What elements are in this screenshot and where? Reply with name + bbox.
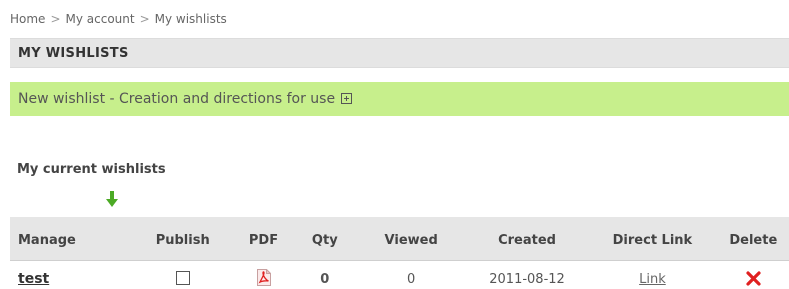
viewed-value: 0 (407, 272, 416, 287)
wishlists-table: Manage Publish PDF Qty Viewed Created Di… (10, 217, 789, 289)
new-wishlist-toggle[interactable]: New wishlist - Creation and directions f… (10, 82, 789, 116)
column-header-created: Created (498, 232, 556, 248)
column-header-delete: Delete (729, 232, 778, 248)
created-date: 2011-08-12 (489, 272, 565, 287)
column-header-publish: Publish (155, 232, 210, 248)
direct-link-cell: Link (587, 260, 717, 289)
column-header-qty: Qty (311, 232, 338, 248)
table-row: test 0 0 2011-08-12 Link (10, 260, 789, 289)
qty-value: 0 (320, 272, 330, 287)
direct-link[interactable]: Link (639, 272, 666, 287)
pdf-icon[interactable] (256, 269, 271, 286)
delete-cell (718, 260, 789, 289)
column-header-pdf: PDF (248, 232, 279, 248)
column-header-viewed: Viewed (384, 232, 438, 248)
page-title: MY WISHLISTS (10, 38, 789, 68)
column-header-manage: Manage (18, 232, 76, 248)
breadcrumb-separator: > (50, 12, 61, 26)
wishlist-name-link[interactable]: test (18, 271, 49, 287)
table-header-row: Manage Publish PDF Qty Viewed Created Di… (10, 217, 789, 260)
publish-checkbox[interactable] (175, 271, 190, 285)
breadcrumb-separator: > (139, 12, 150, 26)
red-x-icon[interactable] (746, 271, 761, 286)
current-wishlists-heading: My current wishlists (17, 162, 166, 177)
publish-cell (133, 260, 233, 289)
manage-cell: test (10, 260, 133, 289)
green-down-arrow-icon (106, 191, 118, 207)
breadcrumb: Home > My account > My wishlists (10, 12, 227, 26)
pdf-cell (233, 260, 294, 289)
breadcrumb-my-account[interactable]: My account (66, 12, 135, 26)
column-header-direct-link: Direct Link (612, 232, 693, 248)
breadcrumb-current: My wishlists (154, 12, 227, 26)
breadcrumb-home[interactable]: Home (10, 12, 45, 26)
expand-plus-icon[interactable] (341, 93, 353, 104)
new-wishlist-label: New wishlist - Creation and directions f… (18, 91, 336, 107)
